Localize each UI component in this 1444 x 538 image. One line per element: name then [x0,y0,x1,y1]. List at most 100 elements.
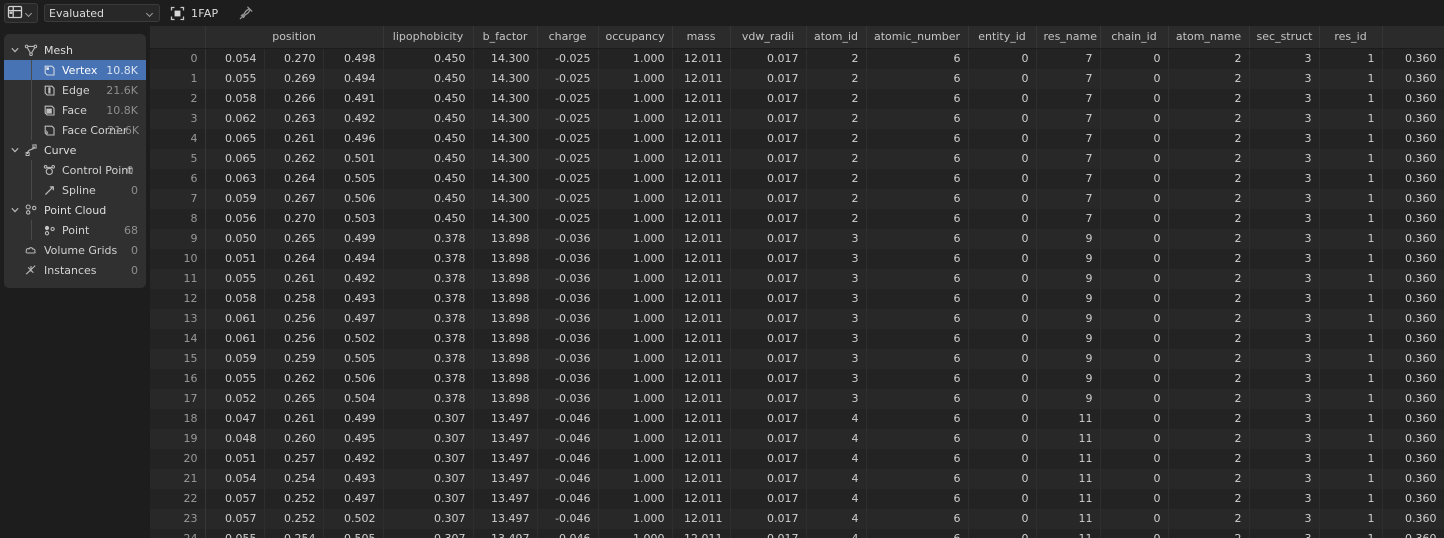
table-cell: 0.360 [1382,449,1444,469]
table-row[interactable]: 20 0.051 0.257 0.492 0.307 13.497 -0.046 1.000 1… [150,449,1444,469]
table-cell: 0.494 [323,69,384,89]
column-header-position[interactable]: position [205,26,384,49]
sidebar-item-label: Face [62,103,87,117]
sidebar-item-volume-grids[interactable]: Volume Grids 0 [4,240,146,260]
table-row[interactable]: 1 0.055 0.269 0.494 0.450 14.300 -0.025 1.000 12… [150,69,1444,89]
table-cell: 1 [1319,69,1383,89]
table-row[interactable]: 0 0.054 0.270 0.498 0.450 14.300 -0.025 1.000 12… [150,48,1444,69]
table-cell: 0 [968,149,1037,169]
table-cell: 0.503 [323,209,384,229]
table-cell: 2 [1168,449,1250,469]
editor-type-button[interactable] [4,3,38,23]
table-row[interactable]: 240.0550.2540.5050.30713.497-0.0461.0001… [150,529,1444,538]
table-cell: 9 [1036,349,1101,369]
table-cell: 2 [806,129,867,149]
table-cell: 3 [1249,209,1320,229]
row-index-cell: 3 [150,109,206,129]
row-index-header[interactable] [150,26,206,49]
table-cell: 0.307 [383,509,474,529]
table-row[interactable]: 22 0.057 0.252 0.497 0.307 13.497 -0.046 1.000 1… [150,489,1444,509]
dataset-mode-select[interactable]: Evaluated [44,4,160,22]
chevron-down-icon[interactable] [8,145,22,155]
table-cell: 0.450 [383,209,474,229]
table-cell: 0.254 [264,469,324,489]
column-header-mass[interactable]: mass [672,26,731,49]
table-row[interactable]: 2 0.058 0.266 0.491 0.450 14.300 -0.025 1.000 12… [150,89,1444,109]
column-header-entity_id[interactable]: entity_id [968,26,1037,49]
table-cell: 12.011 [672,229,731,249]
dataset-group-mesh[interactable]: Mesh [4,40,146,60]
table-row[interactable]: 4 0.065 0.261 0.496 0.450 14.300 -0.025 1.000 12… [150,129,1444,149]
table-cell: -0.036 [537,329,599,349]
pin-icon[interactable] [238,5,254,21]
column-header-occupancy[interactable]: occupancy [598,26,673,49]
spreadsheet-grid[interactable]: position lipophobicity b_factor charge occup… [150,26,1444,538]
sidebar-item-point[interactable]: Point 68 [4,220,146,240]
column-header-res_id[interactable]: res_id [1319,26,1383,49]
table-cell: 0.252 [264,509,324,529]
table-cell: 1 [1319,229,1383,249]
table-row[interactable]: 9 0.050 0.265 0.499 0.378 13.898 -0.036 1.000 12… [150,229,1444,249]
dataset-group-label: Point Cloud [44,203,107,217]
sidebar-item-instances[interactable]: Instances 0 [4,260,146,280]
sidebar-item-edge[interactable]: Edge 21.6K [4,80,146,100]
dataset-group-curve[interactable]: Curve [4,140,146,160]
chevron-down-icon[interactable] [8,45,22,55]
table-cell: 3 [1249,269,1320,289]
table-row[interactable]: 19 0.048 0.260 0.495 0.307 13.497 -0.046 1.000 1… [150,429,1444,449]
table-row[interactable]: 6 0.063 0.264 0.505 0.450 14.300 -0.025 1.000 12… [150,169,1444,189]
table-cell: 0.360 [1382,129,1444,149]
column-header-vdw_radii[interactable]: vdw_radii [730,26,807,49]
sidebar-item-control-point[interactable]: Control Point 0 [4,160,146,180]
table-row[interactable]: 18 0.047 0.261 0.499 0.307 13.497 -0.046 1.000 1… [150,409,1444,429]
table-cell: -0.025 [537,69,599,89]
table-cell: 14.300 [473,69,538,89]
table-row[interactable]: 11 0.055 0.261 0.492 0.378 13.898 -0.036 1.000 1… [150,269,1444,289]
table-cell: 0 [968,48,1037,69]
sidebar-item-vertex[interactable]: Vertex 10.8K [4,60,146,80]
table-row[interactable]: 5 0.065 0.262 0.501 0.450 14.300 -0.025 1.000 12… [150,149,1444,169]
table-cell: 0.058 [205,289,265,309]
column-header-sec_struct[interactable]: sec_struct [1249,26,1320,49]
table-cell: 3 [1249,69,1320,89]
sidebar-item-face[interactable]: Face 10.8K [4,100,146,120]
dataset-mode-label: Evaluated [49,6,105,20]
row-index-cell: 23 [150,509,206,529]
table-cell: 0.065 [205,149,265,169]
table-row[interactable]: 12 0.058 0.258 0.493 0.378 13.898 -0.036 1.000 1… [150,289,1444,309]
table-row[interactable]: 3 0.062 0.263 0.492 0.450 14.300 -0.025 1.000 12… [150,109,1444,129]
column-header-b_factor[interactable]: b_factor [473,26,538,49]
column-header-atomic_number[interactable]: atomic_number [866,26,969,49]
row-index-cell: 4 [150,129,206,149]
table-row[interactable]: 7 0.059 0.267 0.506 0.450 14.300 -0.025 1.000 12… [150,189,1444,209]
sidebar-item-spline[interactable]: Spline 0 [4,180,146,200]
table-cell: 0.360 [1382,509,1444,529]
table-row[interactable]: 23 0.057 0.252 0.502 0.307 13.497 -0.046 1.000 1… [150,509,1444,529]
table-row[interactable]: 10 0.051 0.264 0.494 0.378 13.898 -0.036 1.000 1… [150,249,1444,269]
table-row[interactable]: 8 0.056 0.270 0.503 0.450 14.300 -0.025 1.000 12… [150,209,1444,229]
column-header-atom_name[interactable]: atom_name [1168,26,1250,49]
table-row[interactable]: 17 0.052 0.265 0.504 0.378 13.898 -0.036 1.000 1… [150,389,1444,409]
table-row[interactable]: 16 0.055 0.262 0.506 0.378 13.898 -0.036 1.000 1… [150,369,1444,389]
column-header-blank[interactable] [1382,26,1444,49]
sidebar-item-face-corner[interactable]: Face Corner 21.6K [4,120,146,140]
table-row[interactable]: 21 0.054 0.254 0.493 0.307 13.497 -0.046 1.000 1… [150,469,1444,489]
table-cell: 0.055 [205,269,265,289]
table-row[interactable]: 14 0.061 0.256 0.502 0.378 13.898 -0.036 1.000 1… [150,329,1444,349]
table-row[interactable]: 13 0.061 0.256 0.497 0.378 13.898 -0.036 1.000 1… [150,309,1444,329]
column-header-chain_id[interactable]: chain_id [1100,26,1169,49]
column-header-res_name[interactable]: res_name [1036,26,1101,49]
table-cell: 0 [1100,329,1169,349]
dataset-group-point-cloud[interactable]: Point Cloud [4,200,146,220]
table-row[interactable]: 15 0.059 0.259 0.505 0.378 13.898 -0.036 1.000 1… [150,349,1444,369]
column-header-lipophobicity[interactable]: lipophobicity [383,26,474,49]
chevron-down-icon[interactable] [8,205,22,215]
table-cell: 0 [1100,529,1169,538]
table-cell: 2 [1168,349,1250,369]
column-header-charge[interactable]: charge [537,26,599,49]
table-cell: 1 [1319,529,1383,538]
column-header-atom_id[interactable]: atom_id [806,26,867,49]
table-cell: -0.036 [537,369,599,389]
table-cell: 0.061 [205,329,265,349]
table-cell: 0.262 [264,369,324,389]
